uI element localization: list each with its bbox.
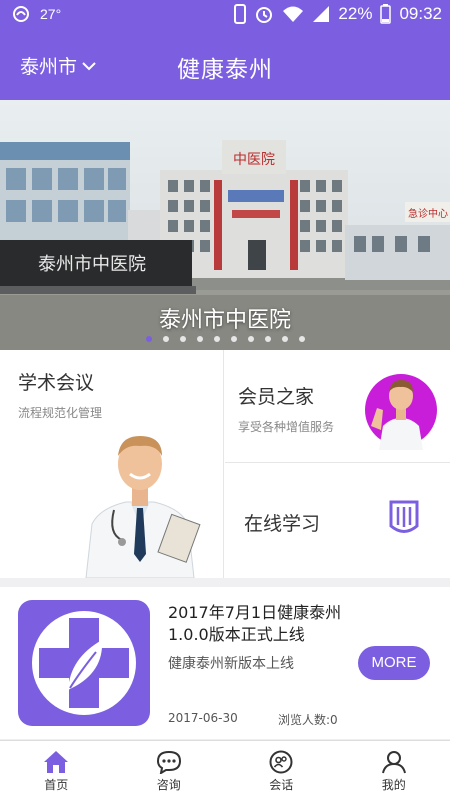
academic-conference-title: 学术会议 <box>18 372 95 394</box>
tab-label: 咨询 <box>156 778 181 792</box>
bottom-tab-bar: 首页 咨询 会话 我的 <box>0 740 450 800</box>
home-icon <box>44 751 69 773</box>
feature-grid: 学术会议 流程规范化管理 会员之家 享受各种增值服务 在线学习 <box>0 350 450 578</box>
battery-percent: 22% <box>338 4 373 23</box>
news-subtitle: 健康泰州新版本上线 <box>168 656 294 672</box>
carousel-dot[interactable] <box>179 336 186 342</box>
news-views: 浏览人数:0 <box>278 713 338 727</box>
carousel-dot[interactable] <box>145 336 152 342</box>
battery-icon <box>380 4 392 24</box>
carousel-dot[interactable] <box>298 336 305 342</box>
chevron-down-icon <box>82 61 96 70</box>
banner-carousel[interactable]: 中医院 急诊中心 泰州市中医院 泰州市中医院 <box>0 100 450 350</box>
app-header: 健康泰州 泰州市 <box>0 30 450 100</box>
phone-icon <box>234 4 247 24</box>
tab-label: 会话 <box>269 778 294 792</box>
carousel-dot[interactable] <box>196 336 203 342</box>
temperature-text: 27° <box>40 6 62 22</box>
building-sign-text: 中医院 <box>233 152 275 168</box>
news-card[interactable]: 2017年7月1日健康泰州1.0.0版本正式上线 健康泰州新版本上线 2017-… <box>0 587 450 739</box>
online-learning-title: 在线学习 <box>244 513 321 535</box>
carousel-indicator <box>0 336 450 342</box>
stone-sign-text: 泰州市中医院 <box>38 254 146 275</box>
member-home-card[interactable]: 会员之家 享受各种增值服务 <box>225 350 450 463</box>
status-bar: 27° 22% 09:32 <box>0 0 450 30</box>
signal-icon <box>313 6 330 22</box>
doctor-illustration <box>85 436 201 578</box>
carousel-dot[interactable] <box>213 336 220 342</box>
alarm-icon <box>256 7 273 23</box>
news-date: 2017-06-30 <box>168 711 238 725</box>
carousel-dot[interactable] <box>247 336 254 342</box>
tab-mine[interactable]: 我的 <box>338 741 450 800</box>
news-app-logo <box>18 600 150 726</box>
pencil-book-icon <box>389 500 419 533</box>
tab-label: 首页 <box>44 778 69 792</box>
tab-home[interactable]: 首页 <box>0 741 113 800</box>
member-doctor-avatar <box>365 374 437 450</box>
more-button[interactable]: MORE <box>358 646 430 680</box>
right-sign-text: 急诊中心 <box>408 207 448 220</box>
news-title: 2017年7月1日健康泰州1.0.0版本正式上线 <box>168 603 342 644</box>
academic-conference-subtitle: 流程规范化管理 <box>18 406 103 420</box>
city-selector[interactable]: 泰州市 <box>20 52 97 79</box>
chat-icon <box>156 750 181 774</box>
banner-caption: 泰州市中医院 <box>158 308 291 333</box>
wifi-icon <box>283 6 304 22</box>
conversation-icon <box>269 750 293 774</box>
tab-consult[interactable]: 咨询 <box>113 741 226 800</box>
academic-conference-card[interactable]: 学术会议 流程规范化管理 <box>0 350 224 578</box>
city-label: 泰州市 <box>20 56 78 78</box>
carousel-dot[interactable] <box>162 336 169 342</box>
carousel-dot[interactable] <box>230 336 237 342</box>
clock-time: 09:32 <box>399 4 442 23</box>
app-notification-icon <box>13 6 29 22</box>
member-home-title: 会员之家 <box>238 386 315 408</box>
tab-conversation[interactable]: 会话 <box>225 741 338 800</box>
user-icon <box>381 751 406 774</box>
medical-cross-icon <box>32 611 136 715</box>
member-home-subtitle: 享受各种增值服务 <box>238 420 335 434</box>
carousel-dot[interactable] <box>281 336 288 342</box>
online-learning-card[interactable]: 在线学习 <box>225 464 450 578</box>
tab-label: 我的 <box>381 778 406 792</box>
carousel-dot[interactable] <box>264 336 271 342</box>
